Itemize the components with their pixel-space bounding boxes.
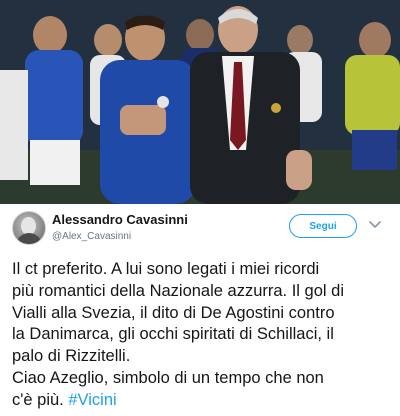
author-name[interactable]: Alessandro Cavasinni: [52, 212, 188, 227]
follow-button[interactable]: Segui: [289, 214, 357, 238]
tweet-text-line: Il ct preferito. A lui sono legati i mie…: [12, 260, 320, 278]
avatar[interactable]: [12, 211, 46, 245]
tweet-text-line: Vialli alla Svezia, il dito di De Agosti…: [12, 303, 335, 322]
tweet-text: Il ct preferito. A lui sono legati i mie…: [12, 259, 396, 412]
chevron-down-icon[interactable]: [369, 220, 381, 230]
tweet-photo[interactable]: [0, 0, 400, 204]
tweet-text-line: c'è più.: [12, 390, 69, 409]
tweet-text-line: più romantici della Nazionale azzurra. I…: [12, 281, 344, 300]
photo-illustration: [0, 0, 400, 204]
hashtag-link[interactable]: #Vicini: [68, 391, 116, 409]
tweet-text-last-line: c'è più. #Vicini: [12, 390, 396, 412]
tweet-text-line: la Danimarca, gli occhi spiritati di Sch…: [12, 325, 334, 344]
author-handle[interactable]: @Alex_Cavasinni: [52, 231, 131, 242]
tweet-text-line: Ciao Azeglio, simbolo di un tempo che no…: [12, 368, 324, 387]
avatar-shoulders: [16, 233, 42, 244]
tweet-text-line: palo di Rizzitelli.: [12, 347, 131, 366]
